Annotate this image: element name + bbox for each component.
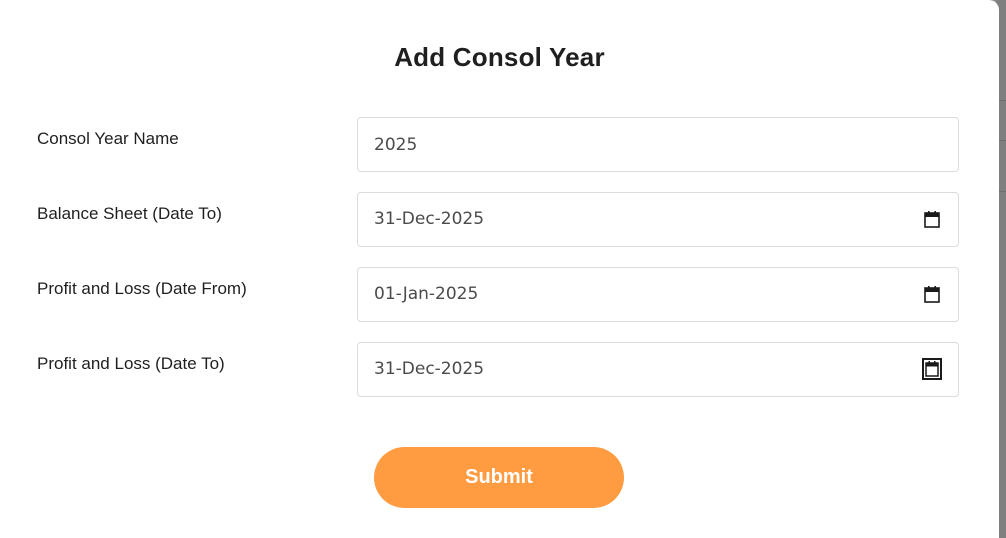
calendar-icon[interactable] [924,286,940,303]
calendar-icon[interactable] [922,358,942,380]
balance-sheet-date-to-input[interactable]: 31-Dec-2025 [357,192,959,247]
pl-date-to-input[interactable]: 31-Dec-2025 [357,342,959,397]
balance-sheet-date-to-value: 31-Dec-2025 [374,209,485,229]
pl-date-to-label: Profit and Loss (Date To) [37,354,225,373]
pl-date-from-input[interactable]: 01-Jan-2025 [357,267,959,322]
consol-year-name-value: 2025 [374,135,418,155]
pl-date-to-value: 31-Dec-2025 [374,359,485,379]
calendar-icon[interactable] [924,211,940,228]
consol-year-name-input[interactable]: 2025 [357,117,959,172]
pl-date-from-value: 01-Jan-2025 [374,284,479,304]
balance-sheet-date-to-label: Balance Sheet (Date To) [37,204,222,223]
add-consol-year-dialog: Add Consol Year Consol Year Name 2025 Ba… [0,0,999,538]
pl-date-from-label: Profit and Loss (Date From) [37,279,247,298]
consol-year-name-label: Consol Year Name [37,129,179,148]
dialog-title: Add Consol Year [394,42,605,72]
submit-button[interactable]: Submit [374,447,624,508]
